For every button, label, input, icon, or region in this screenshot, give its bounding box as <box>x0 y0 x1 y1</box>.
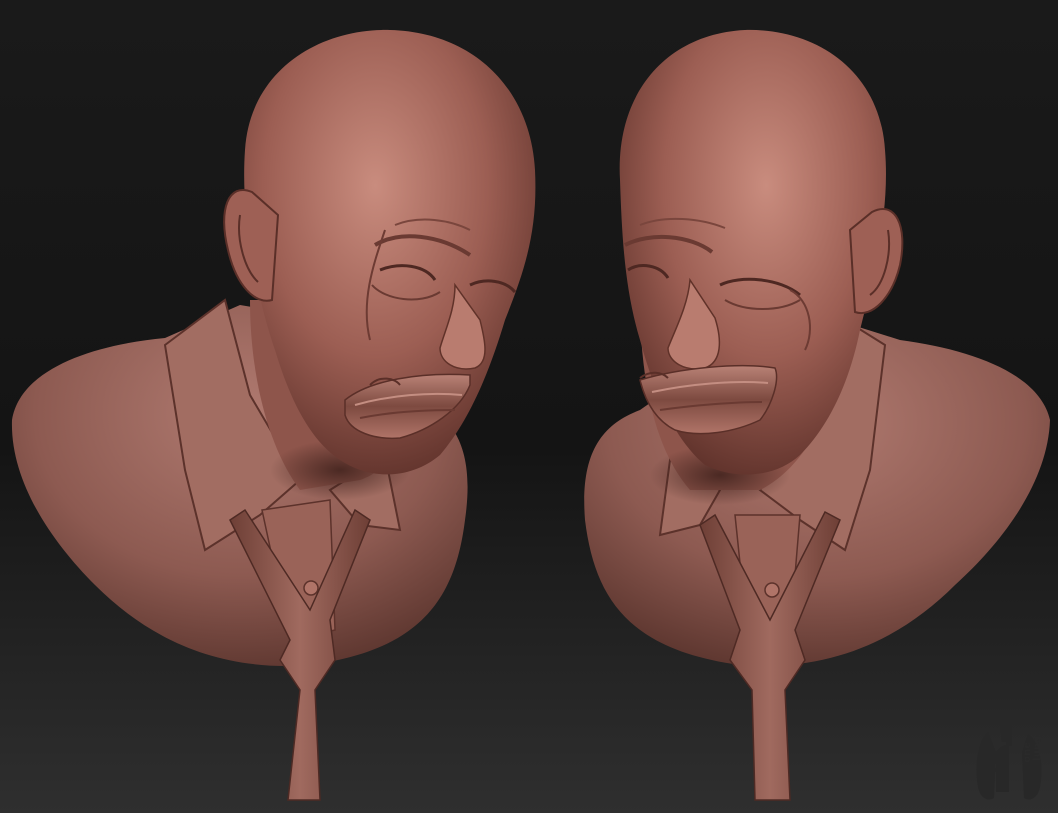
right-bust-button <box>764 582 780 598</box>
sculpture-scene <box>11 29 1050 801</box>
right-bust <box>584 29 1050 801</box>
left-bust-button <box>303 580 319 596</box>
right-bust-ear <box>848 208 904 315</box>
left-bust <box>11 29 536 801</box>
logo-text-lung: lung <box>1032 736 1043 761</box>
left-bust-ear <box>223 189 280 302</box>
render-canvas: one lung <box>0 0 1058 813</box>
